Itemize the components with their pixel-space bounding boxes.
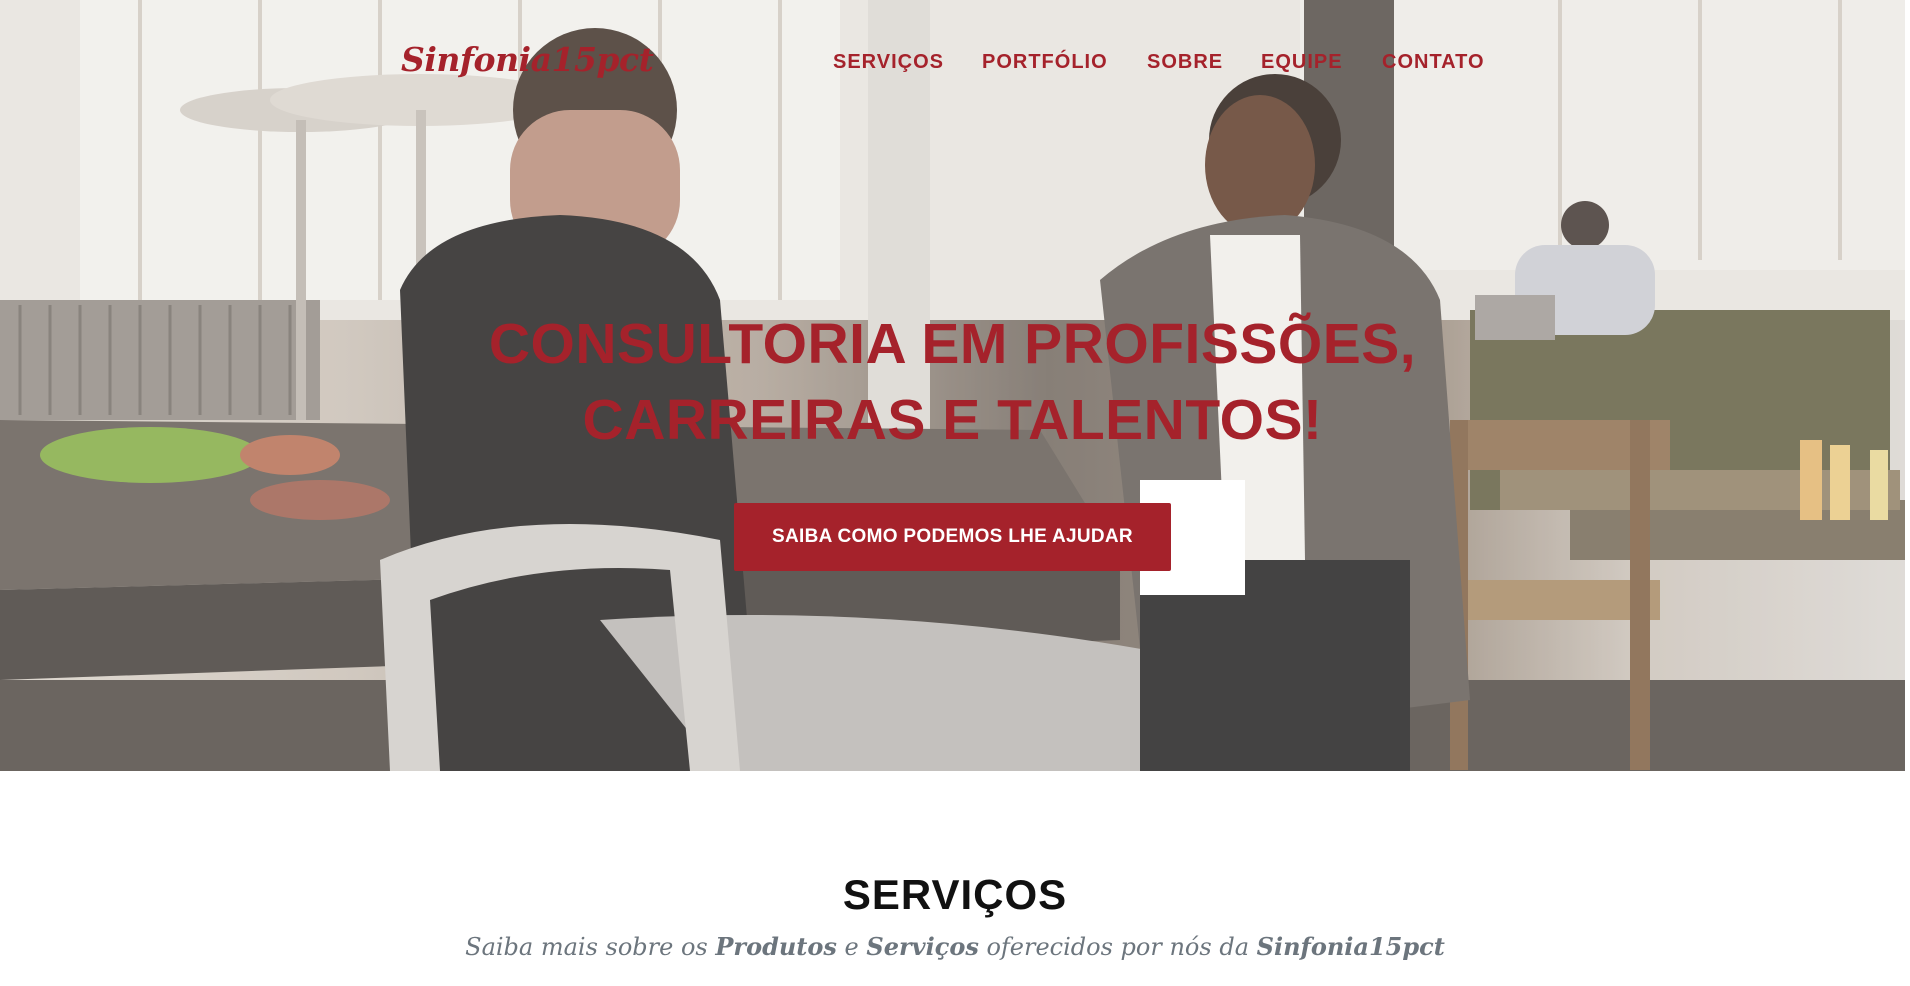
services-sub-bold-produtos: Produtos bbox=[715, 932, 837, 961]
main-navbar: Sinfonia15pct SERVIÇOS PORTFÓLIO SOBRE E… bbox=[0, 0, 1905, 120]
services-subheading: Saiba mais sobre os Produtos e Serviços … bbox=[0, 932, 1910, 961]
nav-item-sobre[interactable]: SOBRE bbox=[1147, 51, 1223, 74]
nav-item-servicos[interactable]: SERVIÇOS bbox=[833, 51, 944, 74]
nav-item-portfolio[interactable]: PORTFÓLIO bbox=[982, 51, 1108, 74]
services-sub-text-1: Saiba mais sobre os bbox=[465, 933, 716, 961]
hero-heading-line-2: CARREIRAS E TALENTOS! bbox=[582, 388, 1323, 452]
services-section: SERVIÇOS Saiba mais sobre os Produtos e … bbox=[0, 771, 1910, 986]
services-sub-bold-brand: Sinfonia15pct bbox=[1256, 932, 1445, 961]
cta-button[interactable]: SAIBA COMO PODEMOS LHE AJUDAR bbox=[734, 503, 1171, 571]
services-sub-bold-servicos: Serviços bbox=[866, 932, 979, 961]
services-heading: SERVIÇOS bbox=[842, 871, 1068, 918]
nav-item-equipe[interactable]: EQUIPE bbox=[1261, 51, 1343, 74]
services-sub-text-3: oferecidos por nós da bbox=[978, 933, 1257, 961]
hero-section: Sinfonia15pct SERVIÇOS PORTFÓLIO SOBRE E… bbox=[0, 0, 1905, 771]
nav-item-contato[interactable]: CONTATO bbox=[1382, 51, 1485, 74]
hero-heading-line-1: CONSULTORIA EM PROFISSÕES, bbox=[488, 312, 1417, 376]
brand-logo[interactable]: Sinfonia15pct bbox=[401, 40, 654, 79]
hero-heading: CONSULTORIA EM PROFISSÕES, CARREIRAS E T… bbox=[0, 306, 1905, 458]
services-sub-text-2: e bbox=[836, 933, 867, 961]
